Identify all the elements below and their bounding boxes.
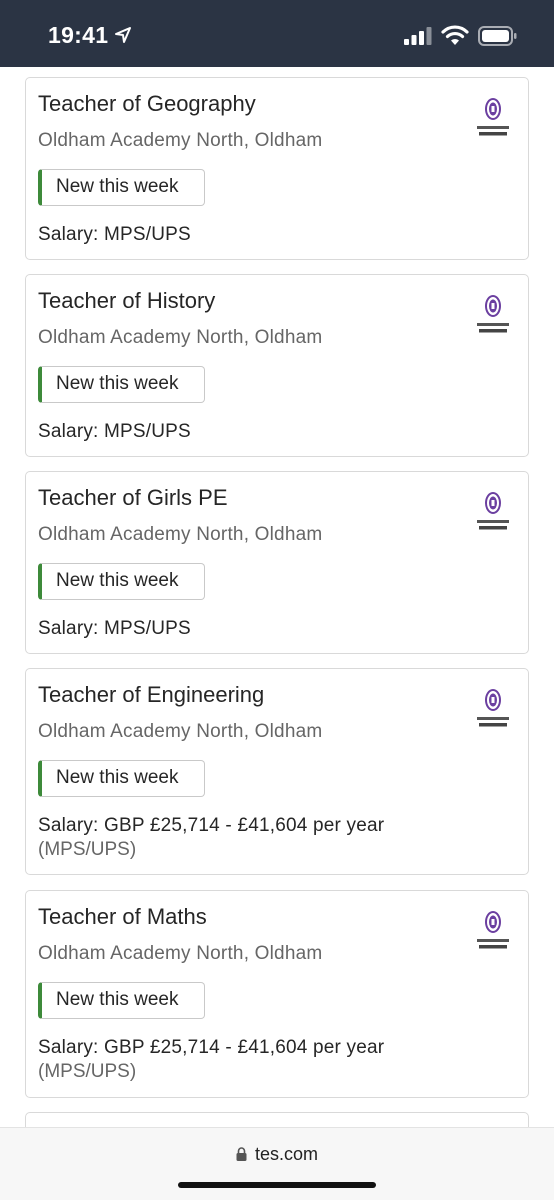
job-title[interactable]: Teacher of History	[38, 288, 215, 314]
new-badge: New this week	[38, 563, 205, 600]
address-bar[interactable]: tes.com	[0, 1144, 554, 1165]
battery-icon	[478, 26, 517, 46]
new-badge: New this week	[38, 169, 205, 206]
job-school: Oldham Academy North, Oldham	[38, 130, 323, 151]
job-salary-note: (MPS/UPS)	[38, 1061, 137, 1082]
job-salary: Salary: MPS/UPS	[38, 618, 191, 639]
job-card[interactable]: Teacher of Engineering Oldham Academy No…	[25, 668, 529, 875]
new-badge: New this week	[38, 760, 205, 797]
new-badge: New this week	[38, 366, 205, 403]
school-logo-icon	[477, 492, 509, 530]
location-arrow-icon	[115, 27, 131, 43]
job-school: Oldham Academy North, Oldham	[38, 327, 323, 348]
job-school: Oldham Academy North, Oldham	[38, 721, 323, 742]
new-badge: New this week	[38, 982, 205, 1019]
job-title[interactable]: Teacher of Geography	[38, 91, 256, 117]
job-salary: Salary: GBP £25,714 - £41,604 per year	[38, 815, 385, 836]
lock-icon	[236, 1147, 247, 1161]
job-salary: Salary: MPS/UPS	[38, 224, 191, 245]
signal-icon	[404, 27, 432, 45]
job-salary: Salary: MPS/UPS	[38, 421, 191, 442]
job-school: Oldham Academy North, Oldham	[38, 524, 323, 545]
home-indicator	[178, 1182, 376, 1188]
url-text: tes.com	[254, 1144, 319, 1164]
job-title[interactable]: Teacher of Girls PE	[38, 485, 228, 511]
job-card[interactable]: Teacher of Maths Oldham Academy North, O…	[25, 890, 529, 1098]
job-card[interactable]: Teacher of History Oldham Academy North,…	[25, 274, 529, 457]
school-logo-icon	[477, 911, 509, 949]
job-card[interactable]: Teacher of Girls PE Oldham Academy North…	[25, 471, 529, 654]
wifi-icon	[441, 25, 469, 45]
job-title[interactable]: Teacher of Maths	[38, 904, 207, 930]
school-logo-icon	[477, 295, 509, 333]
school-logo-icon	[477, 98, 509, 136]
status-bar: 19:41	[0, 0, 554, 67]
job-salary: Salary: GBP £25,714 - £41,604 per year	[38, 1037, 385, 1058]
school-logo-icon	[477, 689, 509, 727]
job-salary-note: (MPS/UPS)	[38, 839, 137, 860]
job-card[interactable]	[25, 1112, 529, 1127]
browser-bottom-bar: tes.com	[0, 1127, 554, 1200]
job-card[interactable]: Teacher of Geography Oldham Academy Nort…	[25, 77, 529, 260]
status-time: 19:41	[48, 22, 109, 48]
job-title[interactable]: Teacher of Engineering	[38, 682, 264, 708]
job-school: Oldham Academy North, Oldham	[38, 943, 323, 964]
job-list: Teacher of Geography Oldham Academy Nort…	[0, 67, 554, 1127]
